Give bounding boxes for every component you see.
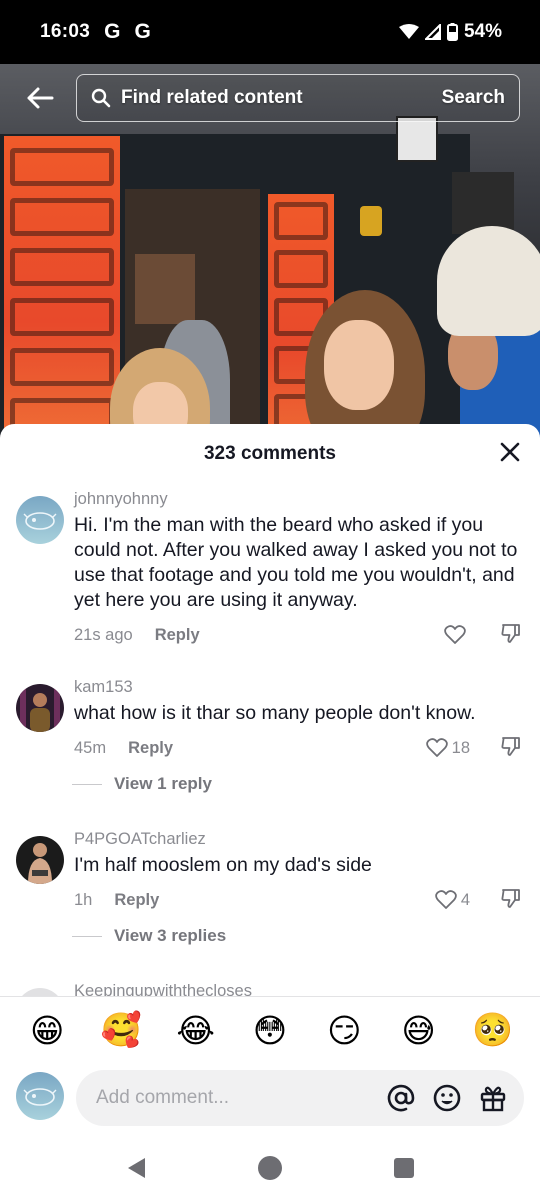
status-bar: 16:03 G G 54%	[0, 0, 540, 64]
view-replies-label: View 3 replies	[114, 926, 227, 945]
input-divider	[0, 996, 540, 997]
emoji-tears-of-joy[interactable]: 😂	[176, 1010, 216, 1050]
view-replies-label: View 1 reply	[114, 774, 212, 793]
screen: 16:03 G G 54% Find related content Searc…	[0, 0, 540, 1200]
my-avatar[interactable]	[16, 1072, 64, 1120]
comment-username[interactable]: johnnyohnny	[74, 490, 522, 509]
reply-button[interactable]: Reply	[114, 891, 159, 910]
home-circle-icon[interactable]	[257, 1155, 283, 1181]
view-replies-button[interactable]: View 1 reply	[72, 774, 212, 794]
lion-avatar-icon	[16, 496, 64, 544]
comment-text: Hi. I'm the man with the beard who asked…	[74, 514, 518, 611]
heart-icon	[435, 890, 457, 909]
emoji-smirk[interactable]: 😏	[324, 1010, 364, 1050]
like-button[interactable]: 18	[425, 738, 470, 758]
avatar[interactable]	[16, 496, 64, 544]
comment-time: 45m	[74, 738, 107, 757]
comment-meta: 21s ago Reply	[74, 623, 522, 647]
like-button[interactable]	[444, 625, 470, 645]
dislike-button[interactable]	[500, 622, 522, 649]
avatar[interactable]	[16, 836, 64, 884]
recents-square-icon[interactable]	[393, 1157, 415, 1179]
search-placeholder: Find related content	[121, 87, 303, 108]
heart-icon	[425, 738, 448, 757]
comments-sheet: 323 comments johnnyohnny Hi. I'm the man…	[0, 424, 540, 1200]
back-button[interactable]	[22, 80, 58, 116]
store-shelf	[135, 254, 195, 324]
close-icon[interactable]	[498, 440, 522, 464]
person-right-beanie	[437, 226, 540, 336]
wifi-icon	[398, 24, 419, 39]
emoji-flushed[interactable]: 😳	[250, 1010, 290, 1050]
comment-input[interactable]: Add comment...	[76, 1070, 524, 1126]
comment-body: johnnyohnny Hi. I'm the man with the bea…	[74, 490, 522, 647]
back-triangle-icon[interactable]	[125, 1156, 147, 1180]
replies-divider-line	[72, 935, 102, 937]
search-icon	[91, 88, 111, 108]
lion-avatar-icon	[16, 1072, 64, 1120]
dislike-button[interactable]	[500, 735, 522, 762]
comment-username[interactable]: P4PGOATcharliez	[74, 830, 522, 849]
comment-input-placeholder: Add comment...	[96, 1087, 230, 1108]
comment-text: I'm half mooslem on my dad's side	[74, 854, 372, 876]
user-photo-avatar	[16, 684, 64, 732]
arrow-left-icon	[27, 87, 54, 109]
reply-button[interactable]: Reply	[128, 739, 173, 758]
brand-logo-sign	[396, 116, 438, 162]
neighbor-store-sign	[452, 172, 514, 234]
battery-icon	[446, 23, 458, 41]
search-bar[interactable]: Find related content Search	[76, 74, 520, 122]
quick-emoji-bar: 😁 🥰 😂 😳 😏 😅 🥺	[0, 1010, 540, 1058]
input-actions	[386, 1083, 508, 1113]
battery-percent: 54%	[463, 21, 502, 42]
reply-button[interactable]: Reply	[155, 626, 200, 645]
comment-time: 1h	[74, 890, 93, 909]
comment-username[interactable]: kam153	[74, 678, 522, 697]
comments-header: 323 comments	[0, 424, 540, 482]
thumbs-down-icon	[501, 736, 520, 756]
avatar[interactable]	[16, 988, 64, 996]
replies-divider-line	[72, 783, 102, 785]
emoji-smiling-hearts[interactable]: 🥰	[101, 1010, 142, 1050]
like-count: 4	[460, 890, 470, 909]
thumbs-down-icon	[501, 888, 520, 908]
signal-icon	[424, 24, 441, 40]
thumbs-down-icon	[501, 623, 520, 643]
emoji-pleading[interactable]: 🥺	[472, 1010, 513, 1050]
sale-sign-left	[4, 136, 120, 444]
user-photo-avatar	[16, 836, 64, 884]
comments-count-title: 323 comments	[203, 443, 336, 464]
comment-body: P4PGOATcharliez I'm half mooslem on my d…	[74, 830, 522, 912]
at-icon[interactable]	[386, 1083, 416, 1113]
dislike-button[interactable]	[500, 887, 522, 914]
avatar[interactable]	[16, 684, 64, 732]
google-icon: G	[104, 20, 121, 43]
status-right: 54%	[398, 21, 502, 43]
google-icon: G	[134, 20, 151, 43]
heart-icon	[444, 625, 466, 644]
emoji-sweat-smile[interactable]: 😅	[399, 1010, 439, 1050]
comments-list[interactable]: johnnyohnny Hi. I'm the man with the bea…	[0, 482, 540, 996]
like-count: 18	[451, 738, 470, 757]
emoji-grin[interactable]: 😁	[27, 1010, 67, 1050]
comment-meta: 1h Reply 4	[74, 888, 522, 912]
comment-meta: 45m Reply 18	[74, 736, 522, 760]
comment-body: kam153 what how is it thar so many peopl…	[74, 678, 522, 760]
smiley-icon[interactable]	[432, 1083, 462, 1113]
person-center-face	[324, 320, 394, 410]
search-button[interactable]: Search	[442, 87, 505, 109]
comment-body: Keepingupwiththecloses	[74, 982, 522, 996]
status-time: 16:03	[40, 21, 91, 42]
system-nav-bar	[0, 1136, 540, 1200]
comment-time: 21s ago	[74, 625, 133, 644]
like-button[interactable]: 4	[435, 890, 470, 910]
comment-username[interactable]: Keepingupwiththecloses	[74, 982, 522, 996]
comment-text: what how is it thar so many people don't…	[74, 702, 476, 724]
alarm-sign	[360, 206, 382, 236]
view-replies-button[interactable]: View 3 replies	[72, 926, 226, 946]
gift-icon[interactable]	[478, 1083, 508, 1113]
